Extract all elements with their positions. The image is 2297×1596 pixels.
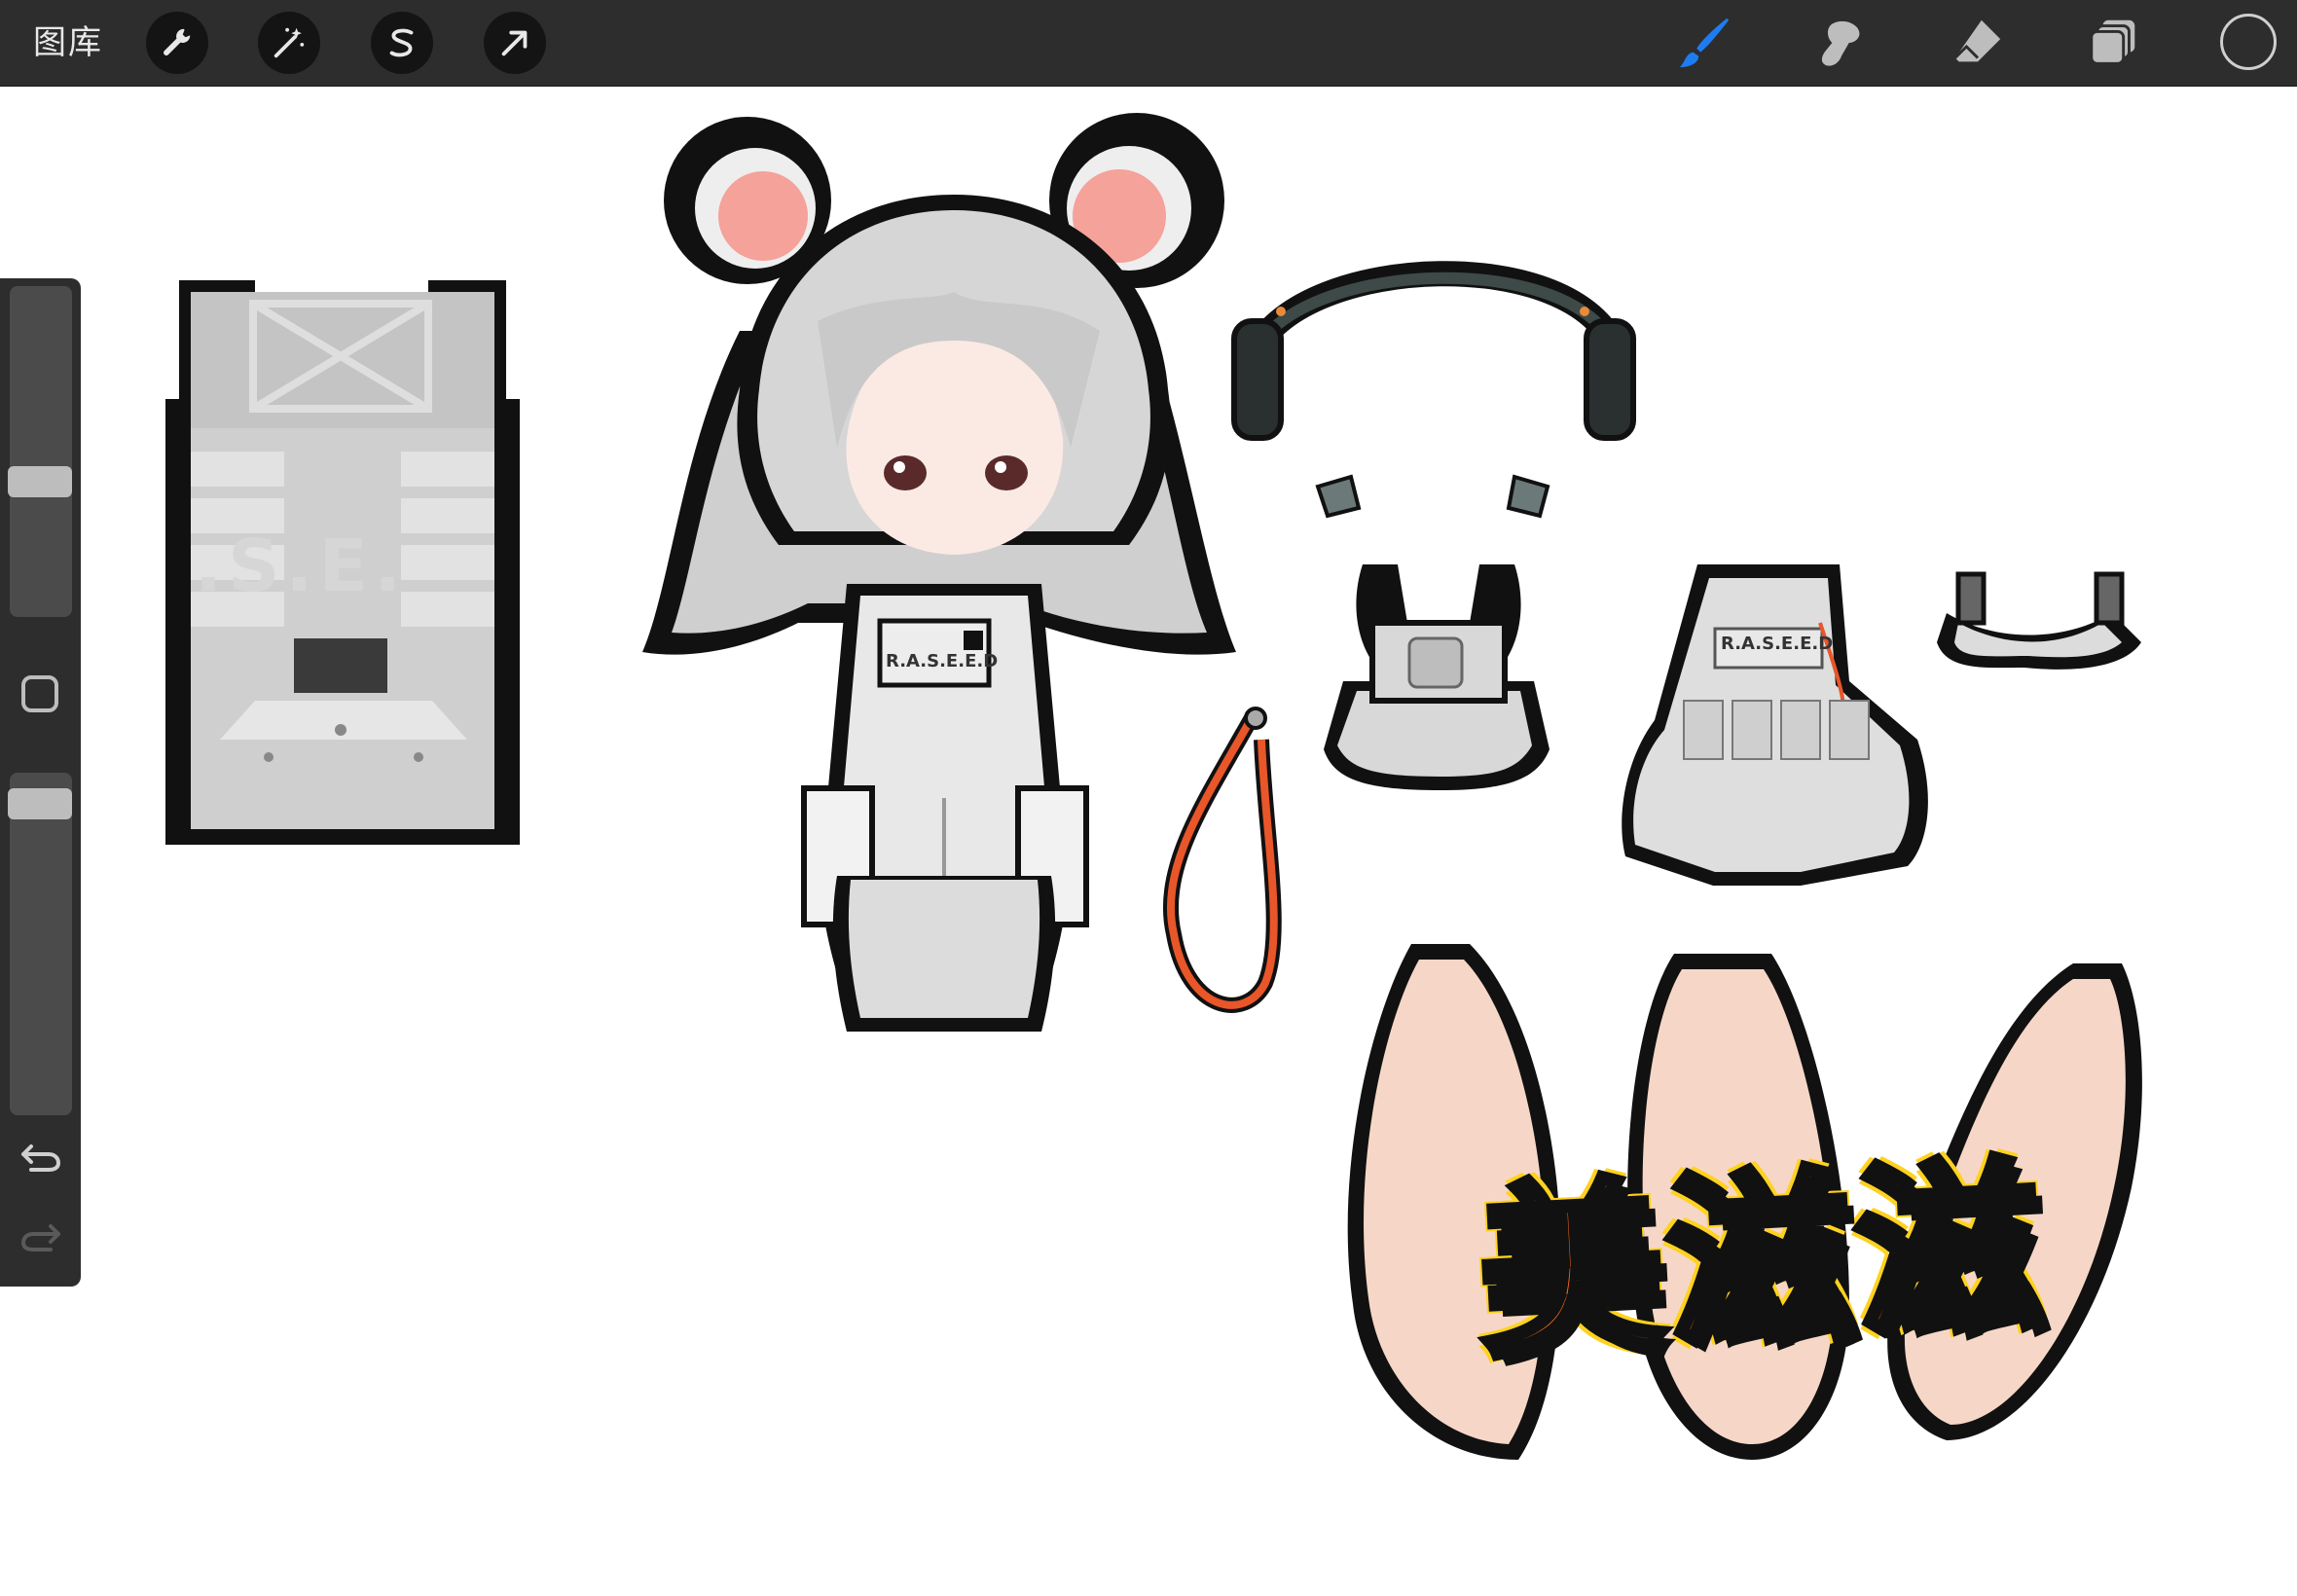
chibi-girl [642, 113, 1236, 1032]
brush-tool-button[interactable] [1670, 10, 1738, 76]
gallery-button[interactable]: 图库 [33, 19, 103, 66]
smudge-tool-button[interactable] [1807, 10, 1876, 76]
lanyard [1162, 707, 1282, 1013]
color-picker-button[interactable] [2220, 14, 2277, 70]
actions-button[interactable] [146, 12, 208, 74]
small-vest [1324, 564, 1550, 790]
collar-piece [1937, 571, 2141, 670]
panel-label: .S.E. [195, 525, 408, 608]
eraser-tool-button[interactable] [1944, 10, 2012, 76]
wrench-icon [164, 28, 191, 55]
eraser-icon [1953, 19, 2001, 62]
top-toolbar: 图库 [0, 0, 2297, 87]
badge-label: R.A.S.E.E.D [886, 651, 999, 671]
magic-wand-icon [273, 27, 305, 58]
artwork [165, 113, 2142, 1460]
drawing-canvas[interactable]: .S.E. R.A.S.E.E.D R.A.S.E.E.D 美滋滋 [0, 87, 2297, 1596]
vest-label: R.A.S.E.E.D [1721, 634, 1834, 654]
selection-s-icon [389, 28, 414, 57]
layers-icon [2090, 19, 2135, 65]
adjustments-button[interactable] [258, 12, 320, 74]
brush-icon [1679, 18, 1730, 68]
large-vest [1622, 564, 1928, 886]
headset [1231, 261, 1636, 519]
smudge-icon [1821, 20, 1860, 66]
transform-button[interactable] [484, 12, 546, 74]
logo-text: 美滋滋 [1470, 1136, 2055, 1388]
transform-arrow-icon [501, 30, 528, 56]
selection-button[interactable] [371, 12, 433, 74]
layers-button[interactable] [2080, 10, 2148, 76]
